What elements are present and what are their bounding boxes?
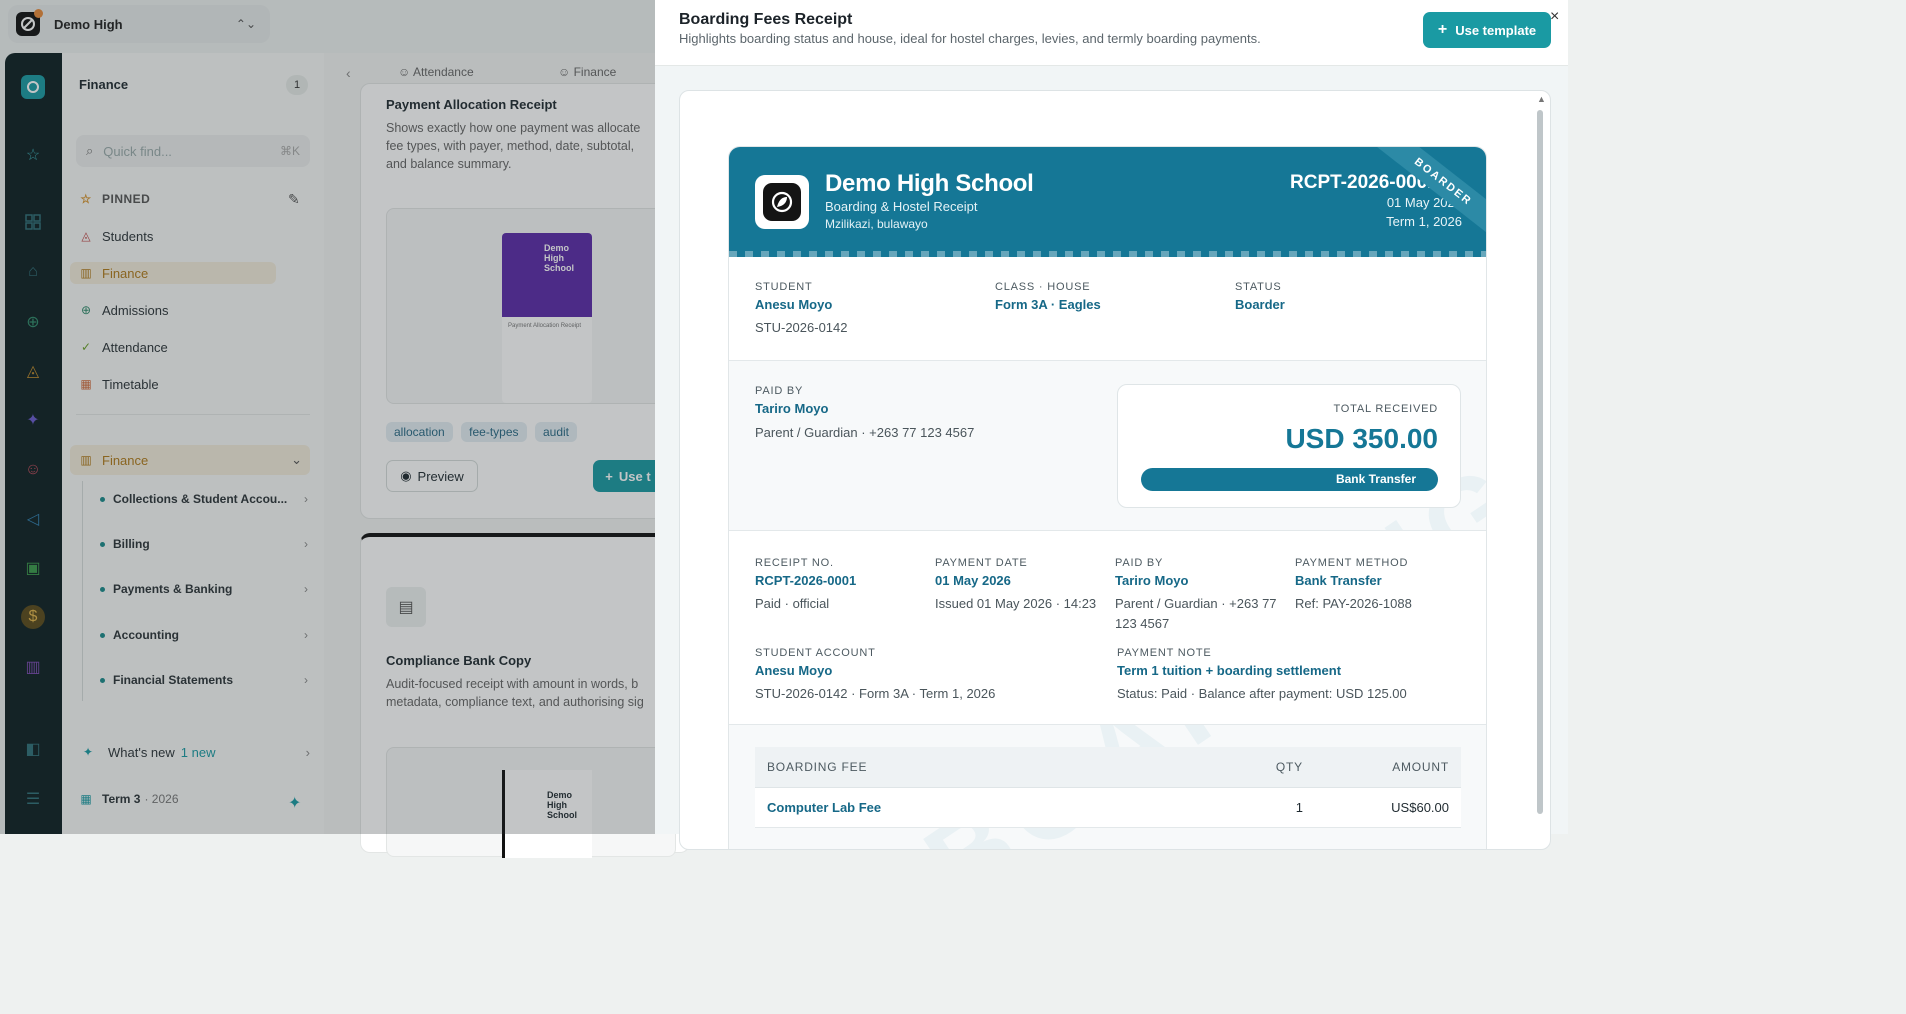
- fee-name: Computer Lab Fee: [755, 787, 1177, 828]
- payment-date-value: 01 May 2026: [935, 573, 1011, 588]
- receipt-header: Demo High School Boarding & Hostel Recei…: [729, 147, 1486, 257]
- template-preview-modal: Boarding Fees Receipt Highlights boardin…: [655, 0, 1568, 850]
- payment-note-detail: Status: Paid · Balance after payment: US…: [1117, 686, 1407, 701]
- payment-method-pill: Bank Transfer: [1141, 468, 1438, 491]
- table-header-row: BOARDING FEE QTY AMOUNT: [755, 747, 1461, 788]
- receipt-kind: Boarding & Hostel Receipt: [825, 199, 978, 214]
- status-label: STATUS: [1235, 281, 1282, 293]
- paid-by-name: Tariro Moyo: [755, 401, 829, 416]
- close-icon[interactable]: ×: [1550, 8, 1559, 26]
- receipt-address: Mzilikazi, bulawayo: [825, 217, 928, 231]
- status-value: Boarder: [1235, 297, 1285, 312]
- plus-icon: +: [1437, 21, 1448, 38]
- payment-method-label: PAYMENT METHOD: [1295, 557, 1409, 569]
- receipt-no-value: RCPT-2026-0001: [755, 573, 857, 588]
- paid-by-label: PAID BY: [1115, 557, 1164, 569]
- paid-by-name: Tariro Moyo: [1115, 573, 1189, 588]
- receipt-no-label: RECEIPT NO.: [755, 557, 834, 569]
- scroll-up-icon[interactable]: ▲: [1537, 94, 1546, 104]
- class-value: Form 3A · Eagles: [995, 297, 1101, 312]
- scrollbar-thumb[interactable]: [1537, 110, 1543, 814]
- column-header-qty: QTY: [1177, 747, 1317, 788]
- modal-subtitle: Highlights boarding status and house, id…: [679, 31, 1261, 46]
- total-label: TOTAL RECEIVED: [1333, 403, 1438, 415]
- student-account-label: STUDENT ACCOUNT: [755, 647, 876, 659]
- preview-frame: Demo High School Boarding & Hostel Recei…: [679, 90, 1551, 850]
- modal-title: Boarding Fees Receipt: [679, 11, 853, 28]
- receipt-school-name: Demo High School: [825, 170, 1034, 197]
- payment-date-label: PAYMENT DATE: [935, 557, 1028, 569]
- paid-by-note: Parent / Guardian · +263 77 123 4567: [1115, 596, 1277, 631]
- boarding-fee-table: BOARDING FEE QTY AMOUNT Computer Lab Fee…: [755, 747, 1461, 828]
- column-header-fee: BOARDING FEE: [755, 747, 1177, 788]
- fee-qty: 1: [1177, 787, 1317, 828]
- student-label: STUDENT: [755, 281, 813, 293]
- modal-backdrop[interactable]: [0, 0, 655, 834]
- receipt: Demo High School Boarding & Hostel Recei…: [728, 146, 1487, 849]
- use-template-button[interactable]: + Use template: [1423, 12, 1551, 48]
- payment-date-note: Issued 01 May 2026 · 14:23: [935, 596, 1097, 611]
- table-row: Computer Lab Fee 1 US$60.00: [755, 787, 1461, 828]
- student-id: STU-2026-0142: [755, 320, 848, 335]
- fee-amount: US$60.00: [1317, 787, 1461, 828]
- paid-by-detail: Parent / Guardian · +263 77 123 4567: [755, 425, 975, 440]
- school-logo-icon: [755, 175, 809, 229]
- details-section: RECEIPT NO. RCPT-2026-0001 Paid · offici…: [729, 531, 1486, 725]
- payment-note-title: Term 1 tuition + boarding settlement: [1117, 663, 1342, 678]
- payment-method-value: Bank Transfer: [1295, 573, 1382, 588]
- payment-ref: Ref: PAY-2026-1088: [1295, 596, 1412, 611]
- paid-by-label: PAID BY: [755, 385, 804, 397]
- receipt-no-note: Paid · official: [755, 596, 830, 611]
- total-received-box: TOTAL RECEIVED USD 350.00 Bank Transfer: [1117, 384, 1461, 508]
- use-template-label: Use template: [1455, 22, 1537, 38]
- payment-note-label: PAYMENT NOTE: [1117, 647, 1212, 659]
- student-account-detail: STU-2026-0142 · Form 3A · Term 1, 2026: [755, 686, 996, 701]
- preview-area: Demo High School Boarding & Hostel Recei…: [655, 66, 1568, 850]
- total-amount: USD 350.00: [1285, 423, 1438, 454]
- column-header-amount: AMOUNT: [1317, 747, 1461, 788]
- student-name: Anesu Moyo: [755, 297, 833, 312]
- student-account-name: Anesu Moyo: [755, 663, 833, 678]
- class-label: CLASS · HOUSE: [995, 281, 1091, 293]
- student-section: STUDENT Anesu Moyo STU-2026-0142 CLASS ·…: [729, 257, 1486, 361]
- modal-header: Boarding Fees Receipt Highlights boardin…: [655, 0, 1568, 66]
- receipt-term: Term 1, 2026: [1386, 214, 1462, 229]
